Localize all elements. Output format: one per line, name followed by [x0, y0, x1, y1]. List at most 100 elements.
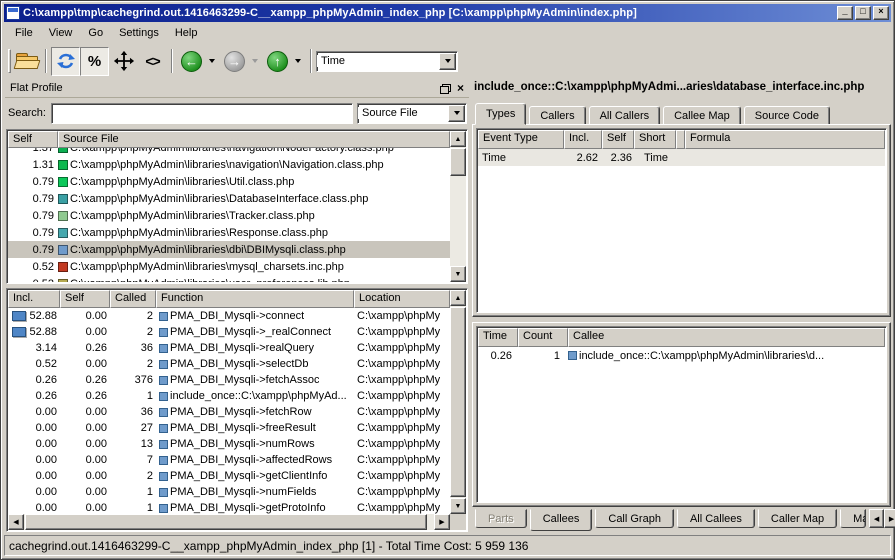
file-color-icon [58, 245, 68, 255]
source-file-row[interactable]: 0.79C:\xampp\phpMyAdmin\libraries\dbi\DB… [8, 241, 450, 258]
column-header-function[interactable]: Function [156, 290, 354, 308]
search-input[interactable] [51, 103, 353, 124]
scroll-right-button[interactable]: ▶ [434, 514, 450, 530]
app-icon[interactable] [6, 6, 20, 20]
incl-value: 0.00 [36, 406, 57, 418]
tab-parts[interactable]: Parts [475, 509, 527, 528]
grouping-combobox-button[interactable] [448, 105, 465, 122]
app-window: C:\xampp\tmp\cachegrind.out.1416463299-C… [0, 0, 895, 560]
column-header-location[interactable]: Location [354, 290, 450, 308]
scroll-down-button[interactable]: ▼ [450, 498, 466, 514]
forward-dropdown-arrow[interactable] [252, 59, 258, 63]
relative-percent-button[interactable]: % [80, 47, 109, 76]
forward-button[interactable]: → [220, 47, 249, 76]
column-header-self[interactable]: Self [60, 290, 110, 308]
column-header-callee[interactable]: Callee [568, 328, 885, 347]
dock-close-icon[interactable]: × [457, 82, 464, 94]
event-type-combobox[interactable]: Time [316, 51, 458, 72]
function-row[interactable]: 0.000.0027PMA_DBI_Mysqli->freeResultC:\x… [8, 420, 450, 436]
tab-caller-map[interactable]: Caller Map [758, 509, 837, 528]
callee-row[interactable]: 0.26 1 include_once::C:\xampp\phpMyAdmin… [478, 347, 885, 364]
scroll-left-button[interactable]: ◀ [8, 514, 24, 530]
maximize-button[interactable]: □ [855, 6, 871, 20]
scroll-up-button[interactable]: ▲ [450, 290, 466, 306]
function-row[interactable]: 0.000.002PMA_DBI_Mysqli->getClientInfoC:… [8, 468, 450, 484]
column-header-formula[interactable]: Formula [685, 130, 885, 149]
menu-go[interactable]: Go [80, 24, 111, 42]
tab-callers[interactable]: Callers [529, 106, 585, 125]
function-row[interactable]: 0.000.0013PMA_DBI_Mysqli->numRowsC:\xamp… [8, 436, 450, 452]
menu-settings[interactable]: Settings [111, 24, 167, 42]
column-header-incl[interactable]: Incl. [8, 290, 60, 308]
function-table-vertical-scrollbar[interactable]: ▲ ▼ [450, 290, 466, 514]
function-row[interactable]: 0.260.261include_once::C:\xampp\phpMyAd.… [8, 388, 450, 404]
back-dropdown-arrow[interactable] [209, 59, 215, 63]
column-header-self[interactable]: Self [602, 130, 634, 149]
incl-cell: 3.14 [8, 342, 60, 354]
tab-all-callees[interactable]: All Callees [677, 509, 755, 528]
tab-callee-map[interactable]: Callee Map [663, 106, 741, 125]
tab-types[interactable]: Types [475, 103, 526, 125]
dock-float-icon[interactable] [442, 84, 451, 92]
column-header-count[interactable]: Count [518, 328, 568, 347]
tab-source-code[interactable]: Source Code [744, 106, 830, 125]
move-button[interactable] [109, 47, 138, 76]
up-dropdown-arrow[interactable] [295, 59, 301, 63]
close-button[interactable]: × [873, 6, 889, 20]
column-header-time[interactable]: Time [478, 328, 518, 347]
source-file-row[interactable]: 0.79C:\xampp\phpMyAdmin\libraries\Respon… [8, 224, 450, 241]
menu-file[interactable]: File [7, 24, 41, 42]
toolbar: % <> ← → ↑ Time [4, 44, 891, 78]
column-header-event-type[interactable]: Event Type [478, 130, 564, 149]
source-file-row[interactable]: 0.52C:\xampp\phpMyAdmin\libraries\mysql_… [8, 258, 450, 275]
expand-button[interactable]: <> [138, 47, 167, 76]
source-file-row[interactable]: 0.79C:\xampp\phpMyAdmin\libraries\Tracke… [8, 207, 450, 224]
source-file-path: C:\xampp\phpMyAdmin\libraries\navigation… [70, 159, 450, 171]
grouping-combobox[interactable]: Source File [357, 103, 467, 124]
function-row[interactable]: 3.140.2636PMA_DBI_Mysqli->realQueryC:\xa… [8, 340, 450, 356]
source-file-row[interactable]: 1.37C:\xampp\phpMyAdmin\libraries\naviga… [8, 148, 450, 156]
tab-scroll-right-button[interactable]: ▶ [884, 509, 895, 528]
location-cell: C:\xampp\phpMy [354, 438, 450, 450]
event-type-combobox-button[interactable] [439, 53, 456, 70]
function-row[interactable]: 0.000.0036PMA_DBI_Mysqli->fetchRowC:\xam… [8, 404, 450, 420]
menu-help[interactable]: Help [167, 24, 206, 42]
scroll-thumb[interactable] [25, 514, 427, 530]
cycle-detection-button[interactable] [51, 47, 80, 76]
source-file-row[interactable]: 0.79C:\xampp\phpMyAdmin\libraries\Databa… [8, 190, 450, 207]
minimize-button[interactable]: _ [837, 6, 853, 20]
source-file-row[interactable]: 1.31C:\xampp\phpMyAdmin\libraries\naviga… [8, 156, 450, 173]
toolbar-grip[interactable] [8, 49, 11, 73]
function-row[interactable]: 0.260.26376PMA_DBI_Mysqli->fetchAssocC:\… [8, 372, 450, 388]
function-table-horizontal-scrollbar[interactable]: ◀ ▶ [8, 514, 450, 530]
source-file-row[interactable]: 0.52C:\xampp\phpMyAdmin\libraries\user_p… [8, 275, 450, 282]
function-name: PMA_DBI_Mysqli->realQuery [170, 342, 314, 354]
function-row[interactable]: 0.000.001PMA_DBI_Mysqli->getProtoInfoC:\… [8, 500, 450, 514]
source-file-row[interactable]: 0.79C:\xampp\phpMyAdmin\libraries\Util.c… [8, 173, 450, 190]
open-file-button[interactable] [12, 47, 41, 76]
scroll-down-button[interactable]: ▼ [450, 266, 466, 282]
column-header-source-file[interactable]: Source File [58, 131, 450, 148]
function-row[interactable]: 52.880.002PMA_DBI_Mysqli->_realConnectC:… [8, 324, 450, 340]
back-button[interactable]: ← [177, 47, 206, 76]
tab-callees[interactable]: Callees [530, 509, 593, 531]
function-row[interactable]: 52.880.002PMA_DBI_Mysqli->connectC:\xamp… [8, 308, 450, 324]
column-header-self[interactable]: Self [8, 131, 58, 148]
tab-machine[interactable]: Machine [840, 509, 866, 528]
event-type-row[interactable]: Time 2.62 2.36 Time [478, 149, 885, 166]
scroll-thumb[interactable] [450, 148, 466, 176]
scroll-up-button[interactable]: ▲ [450, 131, 466, 147]
tab-call-graph[interactable]: Call Graph [595, 509, 674, 528]
function-row[interactable]: 0.000.007PMA_DBI_Mysqli->affectedRowsC:\… [8, 452, 450, 468]
column-header-incl[interactable]: Incl. [564, 130, 602, 149]
up-button[interactable]: ↑ [263, 47, 292, 76]
tab-all-callers[interactable]: All Callers [589, 106, 661, 125]
column-header-short[interactable]: Short [634, 130, 676, 149]
function-row[interactable]: 0.000.001PMA_DBI_Mysqli->numFieldsC:\xam… [8, 484, 450, 500]
scroll-thumb[interactable] [450, 307, 466, 497]
function-row[interactable]: 0.520.002PMA_DBI_Mysqli->selectDbC:\xamp… [8, 356, 450, 372]
file-list-vertical-scrollbar[interactable]: ▲ ▼ [450, 131, 466, 282]
menu-view[interactable]: View [41, 24, 81, 42]
column-header-called[interactable]: Called [110, 290, 156, 308]
tab-scroll-left-button[interactable]: ◀ [869, 509, 884, 528]
